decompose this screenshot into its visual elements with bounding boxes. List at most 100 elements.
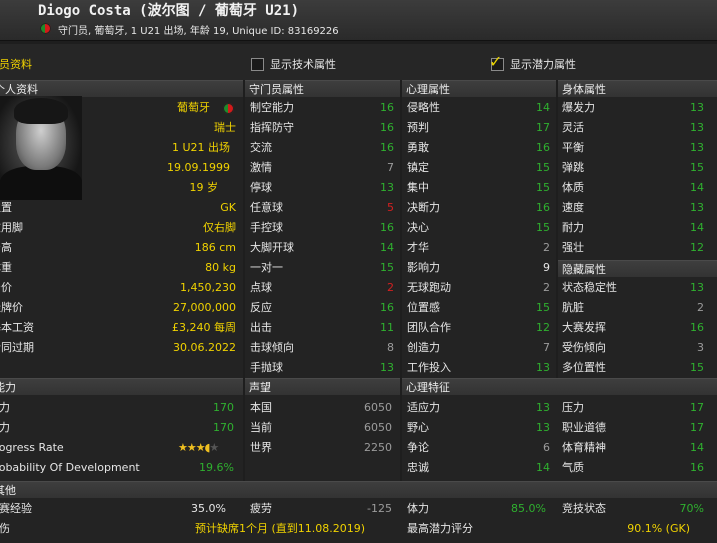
- mental-attr-label: 预判: [407, 121, 429, 134]
- physical-attr-label: 灵活: [562, 121, 584, 134]
- mental-attr-label: 团队合作: [407, 321, 451, 334]
- nation: 葡萄牙: [177, 101, 210, 114]
- physical-attr-value: 13: [690, 101, 704, 114]
- gk-attr-value: 16: [380, 221, 394, 234]
- gk-attr-value: 7: [387, 161, 394, 174]
- show-potential-label: 显示潜力属性: [510, 58, 576, 71]
- fatigue-label: 疲劳: [250, 502, 272, 515]
- personality-label: 压力: [562, 401, 584, 414]
- mental-attr-value: 15: [536, 181, 550, 194]
- gk-attr-label: 一对一: [250, 261, 283, 274]
- gk-attr-value: 15: [380, 261, 394, 274]
- gk-attr-label: 击球倾向: [250, 341, 294, 354]
- physical-attr-value: 13: [690, 201, 704, 214]
- personality-header: 心理特征: [402, 378, 717, 395]
- gk-attr-value: 8: [387, 341, 394, 354]
- personality-value: 14: [536, 461, 550, 474]
- physical-header: 身体属性: [558, 80, 717, 97]
- age: 19 岁: [189, 181, 219, 194]
- personal-header: 个人资料: [0, 80, 243, 97]
- gk-header: 守门员属性: [245, 80, 400, 97]
- player-subtitle: 守门员, 葡萄牙, 1 U21 出场, 年龄 19, Unique ID: 83…: [58, 26, 339, 37]
- personality-label: 忠诚: [407, 461, 429, 474]
- hidden-header: 隐藏属性: [558, 260, 717, 277]
- personality-label: 气质: [562, 461, 584, 474]
- form-value: 70%: [679, 502, 704, 515]
- physical-attr-label: 平衡: [562, 141, 584, 154]
- injury-label: 受伤: [0, 522, 10, 535]
- personal-value: 27,000,000: [173, 301, 236, 314]
- mental-attr-label: 集中: [407, 181, 429, 194]
- gk-attr-value: 11: [380, 321, 394, 334]
- hidden-attr-label: 肮脏: [562, 301, 584, 314]
- mental-attr-value: 7: [543, 341, 550, 354]
- reputation-value: 6050: [364, 421, 392, 434]
- personal-label: 挂牌价: [0, 301, 23, 314]
- personal-label: 体重: [0, 261, 12, 274]
- personal-value: 仅右脚: [203, 221, 236, 234]
- personality-value: 13: [536, 401, 550, 414]
- mental-attr-value: 15: [536, 161, 550, 174]
- mental-attr-value: 12: [536, 321, 550, 334]
- mental-attr-label: 影响力: [407, 261, 440, 274]
- gk-attr-value: 2: [387, 281, 394, 294]
- personal-label: 位置: [0, 201, 12, 214]
- gk-attr-value: 16: [380, 301, 394, 314]
- hidden-attr-label: 多位置性: [562, 361, 606, 374]
- reputation-header: 声望: [245, 378, 400, 395]
- best-pot-label: 最高潜力评分: [407, 522, 473, 535]
- mental-attr-value: 9: [543, 261, 550, 274]
- personality-value: 17: [690, 401, 704, 414]
- reputation-label: 当前: [250, 421, 272, 434]
- physical-attr-label: 弹跳: [562, 161, 584, 174]
- physical-attr-label: 耐力: [562, 221, 584, 234]
- options-bar: [0, 44, 717, 80]
- dob: 19.09.1999: [167, 161, 230, 174]
- ability-header: 能力: [0, 378, 243, 395]
- mental-attr-label: 侵略性: [407, 101, 440, 114]
- gk-attr-label: 指挥防守: [250, 121, 294, 134]
- physical-attr-value: 13: [690, 121, 704, 134]
- mental-attr-value: 16: [536, 141, 550, 154]
- mental-attr-value: 17: [536, 121, 550, 134]
- stamina-value: 85.0%: [511, 502, 546, 515]
- mental-attr-value: 2: [543, 281, 550, 294]
- gk-attr-label: 激情: [250, 161, 272, 174]
- physical-attr-value: 12: [690, 241, 704, 254]
- physical-attr-label: 体质: [562, 181, 584, 194]
- gk-attr-value: 16: [380, 101, 394, 114]
- gk-attr-value: 13: [380, 181, 394, 194]
- mental-attr-label: 决断力: [407, 201, 440, 214]
- personal-label: 惯用脚: [0, 221, 23, 234]
- mental-header: 心理属性: [402, 80, 556, 97]
- second-nation: 瑞士: [214, 121, 236, 134]
- section-title: 球员资料: [0, 58, 32, 71]
- ability-value: 170: [213, 421, 234, 434]
- mental-attr-value: 13: [536, 361, 550, 374]
- reputation-value: 2250: [364, 441, 392, 454]
- personal-label: 合同过期: [0, 341, 34, 354]
- mental-attr-label: 决心: [407, 221, 429, 234]
- ability-value: 170: [213, 401, 234, 414]
- gk-attr-label: 反应: [250, 301, 272, 314]
- hidden-attr-value: 3: [697, 341, 704, 354]
- personality-value: 14: [690, 441, 704, 454]
- show-tech-checkbox[interactable]: [251, 58, 264, 71]
- mental-attr-value: 16: [536, 201, 550, 214]
- personality-value: 13: [536, 421, 550, 434]
- mental-attr-value: 15: [536, 301, 550, 314]
- form-label: 竞技状态: [562, 502, 606, 515]
- hidden-attr-value: 16: [690, 321, 704, 334]
- injury-value: 预计缺席1个月 (直到11.08.2019): [195, 522, 366, 535]
- match-exp-value: 35.0%: [191, 502, 226, 515]
- personality-label: 适应力: [407, 401, 440, 414]
- match-exp-label: 比赛经验: [0, 502, 32, 515]
- mental-attr-label: 无球跑动: [407, 281, 451, 294]
- physical-attr-label: 爆发力: [562, 101, 595, 114]
- ability-value: 19.6%: [199, 461, 234, 474]
- hidden-attr-label: 大赛发挥: [562, 321, 606, 334]
- personal-value: 186 cm: [194, 241, 236, 254]
- hidden-attr-value: 15: [690, 361, 704, 374]
- stamina-label: 体力: [407, 502, 429, 515]
- personal-value: 30.06.2022: [173, 341, 236, 354]
